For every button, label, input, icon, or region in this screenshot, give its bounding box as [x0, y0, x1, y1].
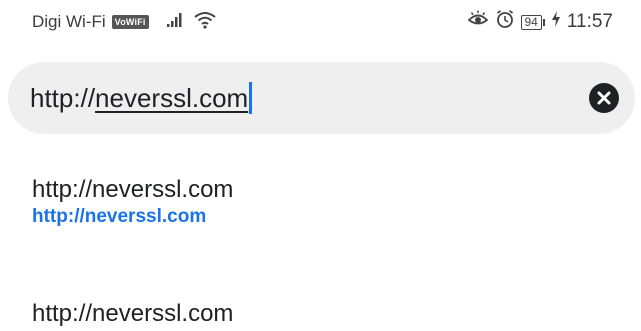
- browser-screen: Digi Wi-Fi VoWiFi 94 11:57 http:// never…: [0, 0, 641, 331]
- url-domain: neverssl.com: [95, 83, 249, 113]
- clear-input-button[interactable]: [589, 83, 619, 113]
- text-caret: [249, 82, 253, 114]
- battery-tip: [542, 18, 545, 26]
- url-input[interactable]: http:// neverssl.com: [30, 80, 253, 116]
- suggestion-item[interactable]: http://neverssl.com http://neverssl.com: [32, 175, 233, 229]
- suggestion-url: http://neverssl.com: [32, 206, 207, 227]
- suggestion-title: http://neverssl.com: [32, 176, 234, 203]
- suggestion-item[interactable]: http://neverssl.com: [32, 299, 233, 329]
- eye-comfort-icon: [467, 10, 489, 34]
- wifi-icon: [193, 11, 217, 34]
- address-bar[interactable]: http:// neverssl.com: [8, 62, 635, 134]
- signal-bars-icon: [165, 12, 187, 33]
- status-bar: Digi Wi-Fi VoWiFi 94 11:57: [0, 0, 641, 44]
- clock-time: 11:57: [566, 11, 613, 32]
- status-right: 94 11:57: [467, 9, 613, 35]
- close-circle-icon: [597, 91, 611, 105]
- url-scheme: http://: [30, 83, 96, 113]
- vowifi-badge: VoWiFi: [111, 15, 149, 29]
- alarm-clock-icon: [495, 9, 515, 35]
- battery-level: 94: [520, 14, 542, 30]
- charging-bolt-icon: [551, 11, 561, 33]
- battery-indicator: 94: [520, 14, 545, 30]
- carrier-name: Digi Wi-Fi: [32, 12, 106, 31]
- status-left: Digi Wi-Fi VoWiFi: [32, 10, 217, 34]
- suggestion-title: http://neverssl.com: [32, 300, 234, 327]
